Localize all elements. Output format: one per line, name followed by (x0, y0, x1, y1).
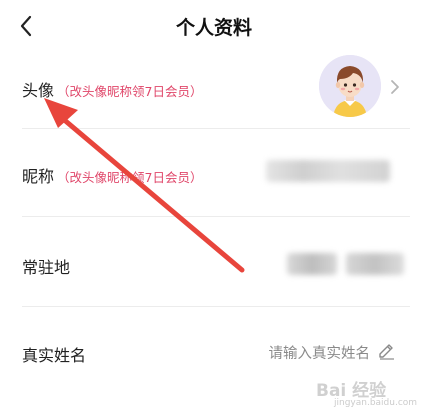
nickname-label: 昵称 (22, 167, 55, 186)
watermark-subtext: jingyan.baidu.com (334, 398, 418, 408)
residence-value-blurred-2 (346, 253, 404, 275)
divider (22, 128, 410, 129)
residence-label: 常驻地 (22, 258, 71, 277)
top-bar: 个人资料 (0, 0, 428, 52)
nickname-value-blurred (266, 160, 390, 182)
pencil-icon[interactable] (376, 340, 396, 360)
real-name-label: 真实姓名 (22, 346, 87, 365)
real-name-input[interactable]: 请输入真实姓名 (269, 342, 371, 363)
avatar-illustration (319, 55, 381, 117)
chevron-right-icon (391, 80, 399, 94)
page-title: 个人资料 (175, 17, 252, 39)
avatar-label-group: 头像 （改头像昵称领7日会员） (22, 77, 202, 101)
divider (22, 306, 410, 307)
avatar-hint: （改头像昵称领7日会员） (57, 84, 203, 99)
divider (22, 216, 410, 217)
avatar-label: 头像 (22, 81, 55, 100)
residence-value-blurred (287, 253, 337, 275)
avatar[interactable] (319, 55, 381, 117)
nickname-hint: （改头像昵称领7日会员） (57, 170, 203, 185)
nickname-label-group: 昵称 （改头像昵称领7日会员） (22, 163, 202, 187)
